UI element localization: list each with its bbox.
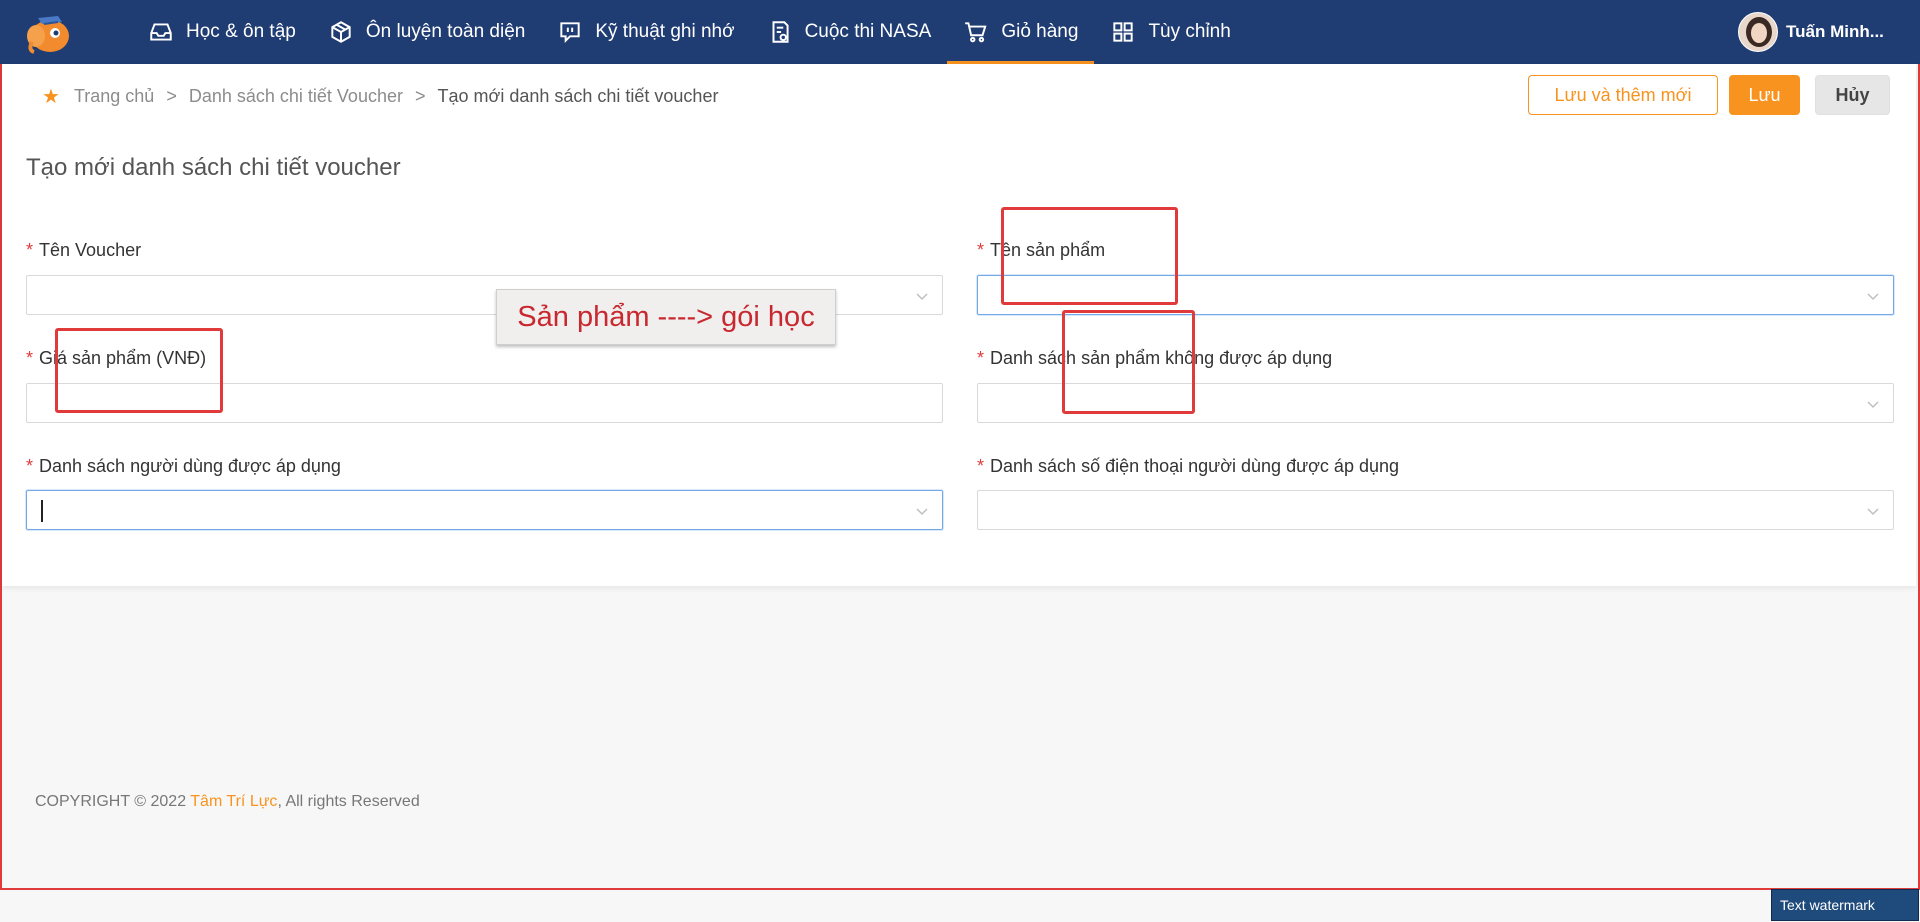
star-icon: ★	[42, 86, 60, 108]
footer-suffix: , All rights Reserved	[277, 793, 420, 810]
applied-users-select[interactable]	[26, 490, 943, 530]
nav-item-comprehensive-practice[interactable]: Ôn luyện toàn diện	[312, 0, 542, 64]
footer-brand-link[interactable]: Tâm Trí Lực	[190, 793, 277, 810]
avatar	[1738, 12, 1778, 52]
document-icon	[772, 21, 789, 43]
nav-item-customize[interactable]: Tùy chỉnh	[1094, 0, 1246, 64]
cart-icon	[965, 22, 987, 43]
required-mark: *	[26, 240, 34, 260]
required-mark: *	[977, 348, 985, 368]
breadcrumb-item-current: Tạo mới danh sách chi tiết voucher	[437, 86, 719, 106]
nav-item-learn-review[interactable]: Học & ôn tập	[132, 0, 312, 64]
footer-copyright: COPYRIGHT © 2022 Tâm Trí Lực, All rights…	[35, 793, 420, 811]
nav-item-nasa-contest[interactable]: Cuộc thi NASA	[751, 0, 948, 64]
required-mark: *	[977, 240, 985, 260]
annotation-callout: Sản phẩm ----> gói học	[496, 289, 836, 345]
nav-item-label: Giỏ hàng	[1001, 21, 1079, 42]
applied-users-label: * Danh sách người dùng được áp dụng	[26, 456, 341, 477]
nav-item-label: Học & ôn tập	[186, 21, 296, 42]
watermark: Text watermark	[1771, 889, 1919, 921]
chevron-down-icon	[916, 508, 928, 516]
save-and-new-button[interactable]: Lưu và thêm mới	[1528, 75, 1718, 115]
footer-prefix: COPYRIGHT © 2022	[35, 793, 191, 810]
breadcrumb-item-voucher-list[interactable]: Danh sách chi tiết Voucher	[189, 86, 403, 107]
app-logo[interactable]	[24, 12, 72, 54]
nav-item-label: Tùy chỉnh	[1148, 21, 1231, 42]
nav-item-memory-techniques[interactable]: Kỹ thuật ghi nhớ	[541, 0, 750, 64]
user-name: Tuấn Minh...	[1786, 22, 1884, 41]
label-text: Tên Voucher	[39, 240, 142, 260]
breadcrumb-item-home[interactable]: Trang chủ	[74, 86, 154, 107]
chevron-down-icon	[1867, 401, 1879, 409]
user-menu[interactable]: Tuấn Minh...	[1738, 12, 1884, 52]
page-title: Tạo mới danh sách chi tiết voucher	[26, 154, 401, 181]
breadcrumb: ★ Trang chủ > Danh sách chi tiết Voucher…	[42, 84, 718, 109]
chevron-down-icon	[1867, 508, 1879, 516]
voucher-name-label: * Tên Voucher	[26, 240, 141, 261]
save-button[interactable]: Lưu	[1729, 75, 1800, 115]
label-text: Danh sách số điện thoại người dùng được …	[990, 456, 1399, 476]
chevron-down-icon	[916, 293, 928, 301]
chevron-down-icon	[1867, 293, 1879, 301]
nav-item-label: Ôn luyện toàn diện	[365, 21, 526, 42]
required-mark: *	[977, 456, 985, 476]
top-navbar: Học & ôn tập Ôn luyện toàn diện Kỹ thuật…	[0, 0, 1920, 64]
inbox-icon	[150, 23, 172, 41]
nav-item-label: Kỹ thuật ghi nhớ	[595, 21, 735, 42]
grid-icon	[1113, 22, 1134, 42]
text-cursor	[41, 500, 43, 522]
breadcrumb-separator: >	[414, 86, 426, 106]
nav-item-cart[interactable]: Giỏ hàng	[947, 0, 1095, 64]
applied-phones-select[interactable]	[977, 490, 1894, 530]
annotation-box-product-price	[55, 328, 223, 413]
cube-icon	[331, 21, 351, 43]
label-text: Danh sách người dùng được áp dụng	[39, 456, 341, 476]
required-mark: *	[26, 456, 34, 476]
breadcrumb-separator: >	[166, 86, 177, 106]
annotation-box-product-name	[1001, 207, 1178, 305]
nav-item-label: Cuộc thi NASA	[804, 21, 932, 42]
chat-icon	[560, 22, 581, 44]
cancel-button[interactable]: Hủy	[1815, 75, 1890, 115]
applied-phones-label: * Danh sách số điện thoại người dùng được…	[977, 456, 1399, 477]
required-mark: *	[26, 348, 34, 368]
annotation-box-excluded-products	[1062, 310, 1195, 414]
